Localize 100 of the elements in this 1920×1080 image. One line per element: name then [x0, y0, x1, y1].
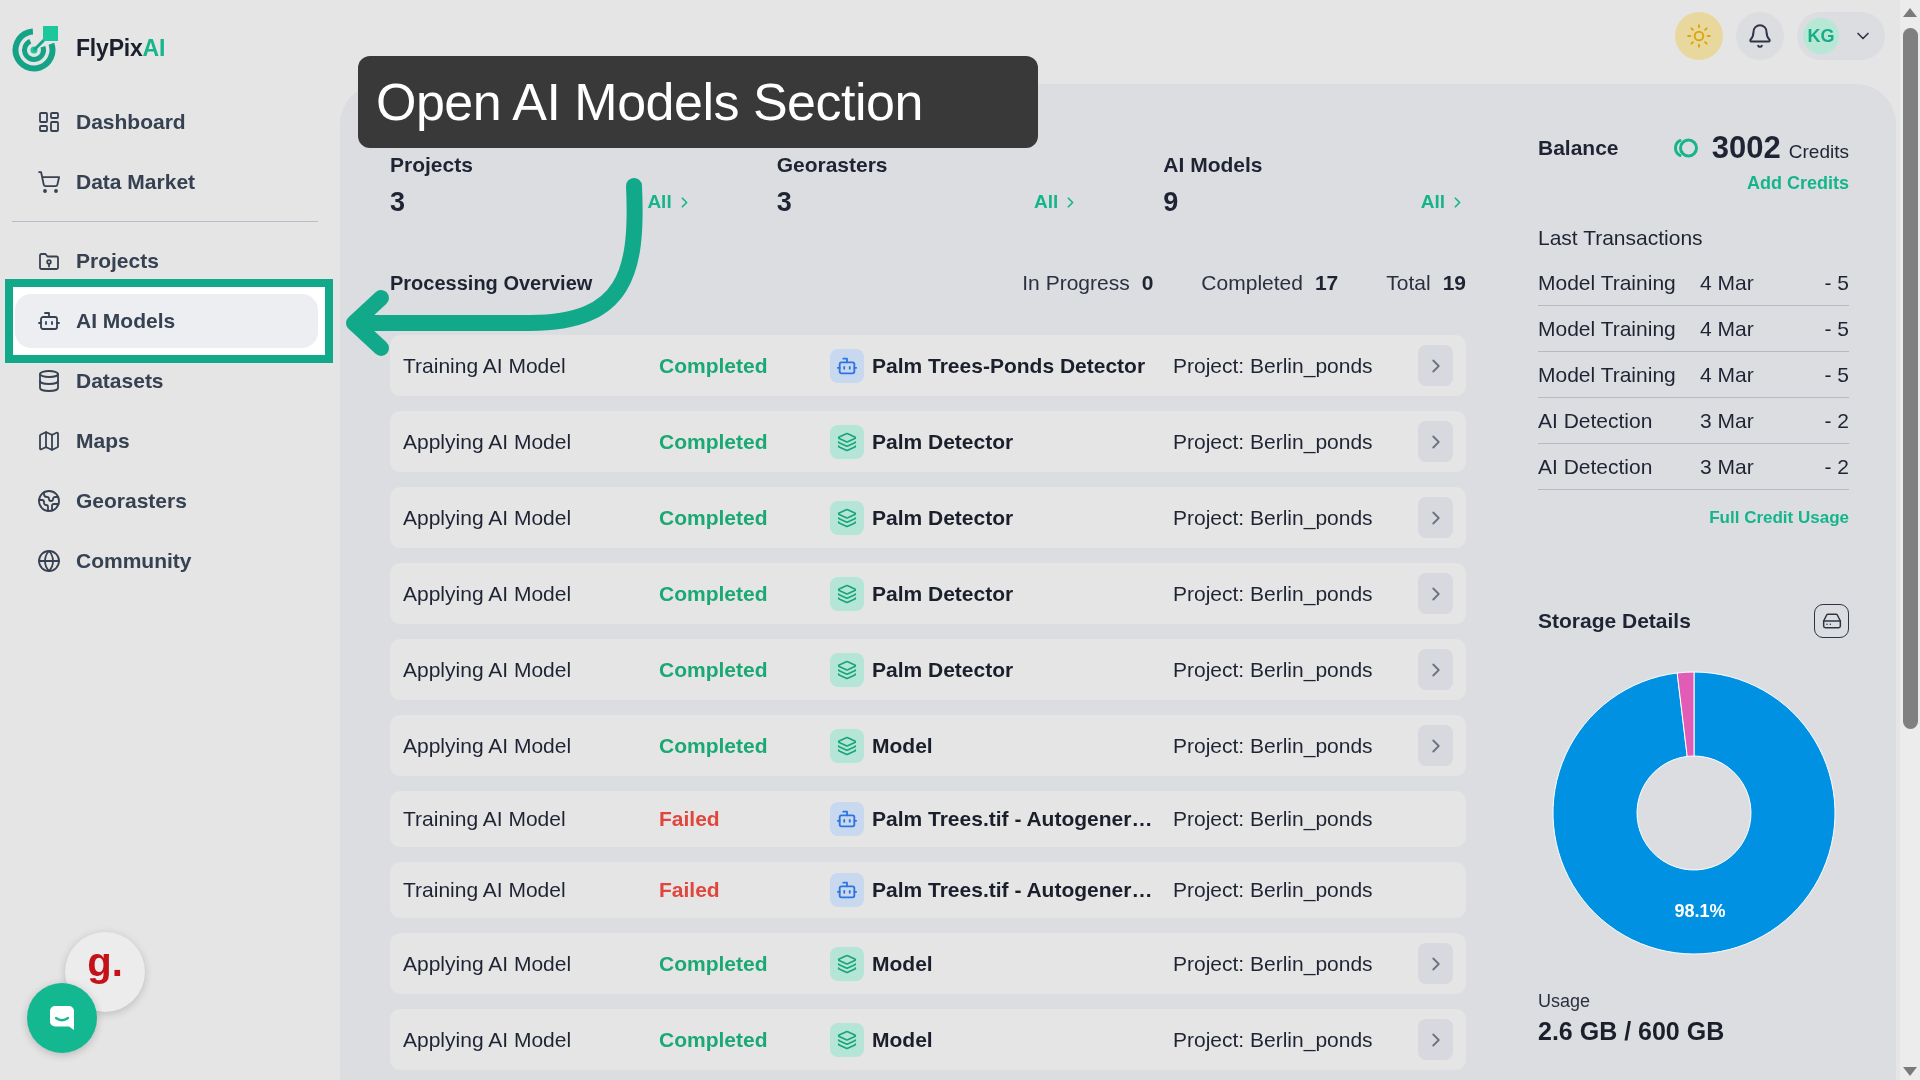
- logo-icon: [12, 24, 60, 72]
- task-name: Applying AI Model: [403, 657, 573, 682]
- card-count: 3: [776, 186, 792, 218]
- transaction-date: 4 Mar: [1700, 362, 1755, 387]
- status-text: Completed: [659, 581, 769, 606]
- task-name: Applying AI Model: [403, 733, 573, 758]
- project-name: Project: Berlin_ponds: [1173, 353, 1374, 378]
- project-name: Project: Berlin_ponds: [1173, 505, 1374, 530]
- transaction-name: Model Training: [1538, 270, 1677, 295]
- details-button[interactable]: [1418, 345, 1453, 386]
- layers-icon: [830, 424, 864, 459]
- layers-icon: [830, 1022, 864, 1057]
- section-title: Processing Overview: [390, 271, 593, 295]
- credit-unit: Credits: [1788, 141, 1849, 163]
- status-text: Failed: [659, 807, 721, 831]
- project-name: Project: Berlin_ponds: [1173, 1027, 1374, 1052]
- model-name: Palm Trees-Ponds Detector: [872, 353, 1146, 378]
- model-name: Palm Detector: [872, 657, 1014, 682]
- transaction-amount: - 5: [1824, 316, 1849, 341]
- sidebar-item[interactable]: AI Models: [15, 294, 318, 348]
- brand-name: FlyPixAI: [76, 34, 166, 62]
- model-name: Palm Detector: [872, 581, 1014, 606]
- model-name: Palm Trees.tif - Autogener…: [872, 807, 1153, 831]
- stat-value: 17: [1314, 271, 1339, 295]
- details-button[interactable]: [1418, 1019, 1453, 1060]
- globe-icon: [37, 549, 61, 573]
- model-name: Palm Detector: [872, 429, 1014, 454]
- layers-icon: [830, 500, 864, 535]
- transaction-date: 3 Mar: [1700, 454, 1755, 479]
- card-title: Projects: [390, 152, 474, 178]
- credit-amount: 3002: [1711, 130, 1781, 166]
- sidebar-item[interactable]: Dashboard: [15, 95, 318, 149]
- sidebar-item[interactable]: Projects: [15, 234, 318, 288]
- details-button[interactable]: [1418, 497, 1453, 538]
- layers-icon: [830, 576, 864, 611]
- transaction-amount: - 5: [1824, 362, 1849, 387]
- model-name: Model: [872, 1027, 933, 1052]
- map-icon: [37, 429, 61, 453]
- transaction-amount: - 2: [1824, 408, 1849, 433]
- task-name: Training AI Model: [403, 353, 567, 378]
- project-name: Project: Berlin_ponds: [1173, 657, 1374, 682]
- chat-button[interactable]: [27, 983, 97, 1053]
- transaction-date: 4 Mar: [1700, 316, 1755, 341]
- details-button[interactable]: [1418, 943, 1453, 984]
- card-title: AI Models: [1163, 152, 1264, 178]
- transaction-name: AI Detection: [1538, 454, 1654, 479]
- project-name: Project: Berlin_ponds: [1173, 951, 1374, 976]
- robot-icon: [37, 309, 61, 333]
- layers-icon: [830, 728, 864, 763]
- scrollbar-thumb[interactable]: [1902, 28, 1918, 729]
- status-text: Completed: [659, 353, 769, 378]
- scrollbar[interactable]: [1900, 0, 1920, 1080]
- task-name: Applying AI Model: [403, 429, 573, 454]
- status-text: Failed: [659, 878, 721, 902]
- status-text: Completed: [659, 505, 769, 530]
- sidebar-item[interactable]: Datasets: [15, 354, 318, 408]
- status-text: Completed: [659, 429, 769, 454]
- details-button[interactable]: [1418, 649, 1453, 690]
- model-name: Palm Detector: [872, 505, 1014, 530]
- card-title: Georasters: [776, 152, 889, 178]
- cart-icon: [37, 170, 61, 194]
- scroll-down-icon[interactable]: [1903, 1067, 1917, 1076]
- details-button[interactable]: [1418, 573, 1453, 614]
- transaction-amount: - 2: [1824, 454, 1849, 479]
- details-button[interactable]: [1418, 421, 1453, 462]
- layers-icon: [830, 652, 864, 687]
- sidebar-item[interactable]: Data Market: [15, 155, 318, 209]
- stat-value: 19: [1442, 271, 1466, 295]
- sidebar-item[interactable]: Georasters: [15, 474, 318, 528]
- theme-toggle-button[interactable]: [1675, 12, 1723, 60]
- storage-button[interactable]: [1814, 604, 1849, 638]
- transaction-amount: - 5: [1824, 270, 1849, 295]
- card-count: 9: [1163, 186, 1179, 218]
- notifications-button[interactable]: [1736, 12, 1784, 60]
- details-button[interactable]: [1418, 725, 1453, 766]
- sun-icon: [1686, 23, 1712, 49]
- stat-label: In Progress: [1022, 271, 1130, 295]
- tutorial-callout: Open AI Models Section: [358, 56, 1038, 148]
- project-name: Project: Berlin_ponds: [1173, 878, 1374, 902]
- transaction-date: 4 Mar: [1700, 270, 1755, 295]
- usage-value: 2.6 GB / 600 GB: [1538, 1016, 1726, 1046]
- layers-icon: [830, 946, 864, 981]
- widget-button[interactable]: g.: [65, 932, 145, 1012]
- project-name: Project: Berlin_ponds: [1173, 429, 1374, 454]
- stat-value: 0: [1141, 271, 1154, 295]
- project-name: Project: Berlin_ponds: [1173, 581, 1374, 606]
- model-name: Palm Trees.tif - Autogener…: [872, 878, 1153, 902]
- sidebar-item[interactable]: Community: [15, 534, 318, 588]
- database-icon: [37, 369, 61, 393]
- stat-label: Total: [1386, 271, 1431, 295]
- storage-title: Storage Details: [1538, 609, 1691, 633]
- model-name: Model: [872, 951, 933, 976]
- scroll-up-icon[interactable]: [1903, 8, 1917, 17]
- task-name: Applying AI Model: [403, 581, 573, 606]
- task-name: Applying AI Model: [403, 1027, 573, 1052]
- task-name: Training AI Model: [403, 878, 567, 902]
- project-name: Project: Berlin_ponds: [1173, 733, 1374, 758]
- sidebar-item[interactable]: Maps: [15, 414, 318, 468]
- transaction-name: Model Training: [1538, 316, 1677, 341]
- hard-drive-icon: [1821, 611, 1842, 631]
